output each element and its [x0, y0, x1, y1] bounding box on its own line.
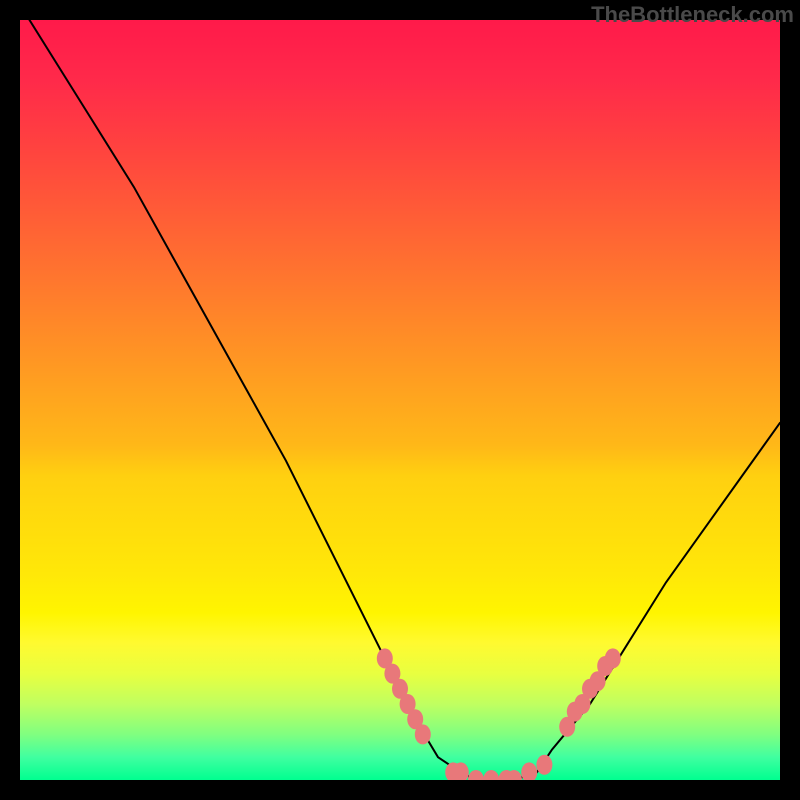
data-marker	[468, 770, 484, 780]
watermark-text: TheBottleneck.com	[591, 2, 794, 28]
data-marker	[415, 724, 431, 744]
data-marker	[536, 755, 552, 775]
chart-svg	[20, 20, 780, 780]
data-marker	[521, 762, 537, 780]
data-marker	[605, 648, 621, 668]
chart-container: TheBottleneck.com	[0, 0, 800, 800]
data-markers	[377, 648, 621, 780]
bottleneck-curve	[20, 20, 780, 780]
data-marker	[483, 770, 499, 780]
